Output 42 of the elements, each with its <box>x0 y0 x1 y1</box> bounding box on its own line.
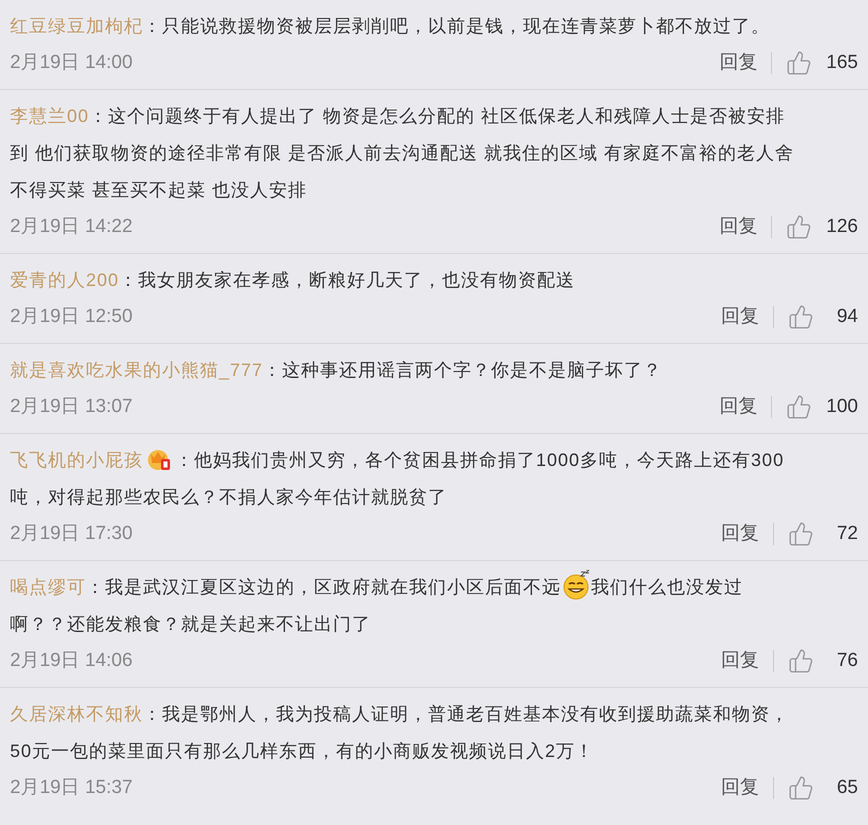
like-button[interactable]: 65 <box>774 774 858 802</box>
comment-text: 不得买菜 甚至买不起菜 也没人安排 <box>10 179 308 202</box>
thumbs-up-icon <box>788 648 814 674</box>
comment-text: ：这个问题终于有人提出了 物资是怎么分配的 社区低保老人和残障人士是否被安排 <box>89 105 786 128</box>
like-button[interactable]: 76 <box>774 646 858 676</box>
comment-text: 到 他们获取物资的途径非常有限 是否派人前去沟通配送 就我住的区域 有家庭不富裕的老人舍 <box>10 142 794 165</box>
comment-text: ：我是武汉江夏区这边的，区政府就在我们小区后面不远 <box>86 576 561 599</box>
reply-button[interactable]: 回复 <box>721 777 774 799</box>
grinning-face-icon <box>561 570 591 600</box>
comment-time: 2月19日 15:37 <box>10 776 133 800</box>
thumbs-up-icon <box>788 775 814 801</box>
comment-text: ：我女朋友家在孝感，断粮好几天了，也没有物资配送 <box>119 269 576 292</box>
like-button[interactable]: 94 <box>774 302 858 332</box>
comment-text: ：只能说救援物资被层层剥削吧，以前是钱，现在连青菜萝卜都不放过了。 <box>143 15 770 38</box>
like-button[interactable]: 126 <box>772 212 858 242</box>
comment-text: ：他妈我们贵州又穷，各个贫困县拼命捐了1000多吨，今天路上还有300 <box>175 449 784 472</box>
comment-time: 2月19日 14:00 <box>10 50 133 75</box>
thumbs-up-icon <box>786 50 812 76</box>
thumbs-up-icon <box>788 304 814 330</box>
reply-button[interactable]: 回复 <box>719 396 772 418</box>
reply-button[interactable]: 回复 <box>719 52 772 74</box>
thumbs-up-icon <box>786 214 812 240</box>
comment-text: 我们什么也没发过 <box>591 576 743 599</box>
comment-text: 啊？？还能发粮食？就是关起来不让出门了 <box>10 613 371 636</box>
comment-text: ：我是鄂州人，我为投稿人证明，普通老百姓基本没有收到援助蔬菜和物资， <box>143 703 789 726</box>
comment-text: 50元一包的菜里面只有那么几样东西，有的小商贩发视频说日入2万！ <box>10 740 594 763</box>
thumbs-up-icon <box>786 394 812 420</box>
comment-time: 2月19日 13:07 <box>10 394 133 419</box>
like-button[interactable]: 100 <box>772 392 858 422</box>
reply-button[interactable]: 回复 <box>721 306 774 328</box>
reply-button[interactable]: 回复 <box>721 523 774 545</box>
reply-button[interactable]: 回复 <box>721 650 774 672</box>
comment-time: 2月19日 12:50 <box>10 304 133 329</box>
like-button[interactable]: 72 <box>774 520 858 548</box>
comment-text: 吨，对得起那些农民么？不捐人家今年估计就脱贫了 <box>10 486 447 509</box>
reply-button[interactable]: 回复 <box>719 216 772 238</box>
comment-time: 2月19日 14:06 <box>10 648 133 673</box>
comment-time: 2月19日 17:30 <box>10 522 133 546</box>
thumbs-up-icon <box>788 521 814 547</box>
comment-text: ：这种事还用谣言两个字？你是不是脑子坏了？ <box>263 359 662 382</box>
like-button[interactable]: 165 <box>772 48 858 78</box>
comment-time: 2月19日 14:22 <box>10 214 133 239</box>
